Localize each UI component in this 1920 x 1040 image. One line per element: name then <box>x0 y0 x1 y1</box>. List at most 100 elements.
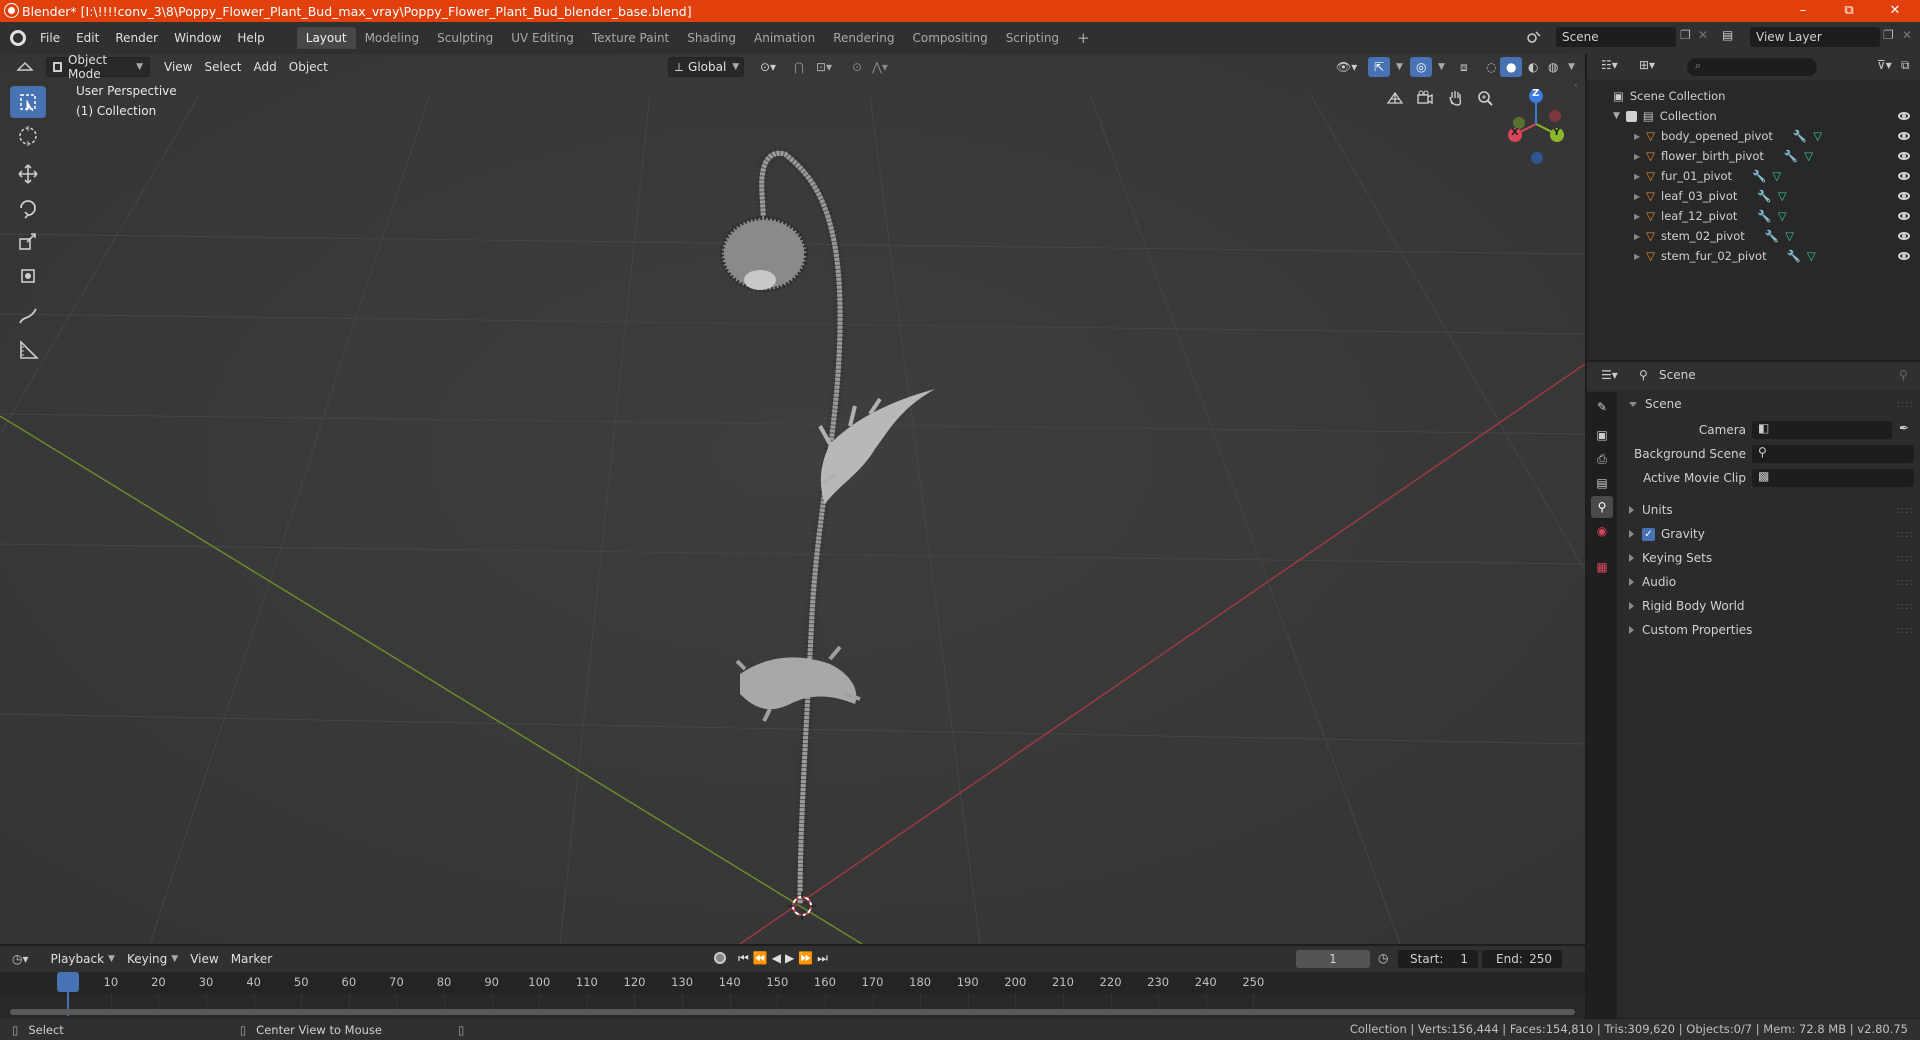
timeline-editor-type-icon[interactable]: ◷▾ <box>12 952 29 966</box>
add-workspace-button[interactable]: + <box>1068 25 1099 51</box>
gizmo-dropdown-icon[interactable]: ▼ <box>1390 57 1409 77</box>
cursor-tool[interactable] <box>10 120 46 152</box>
outliner-row-object[interactable]: ▶ ▽ stem_fur_02_pivot 🔧 ▽ <box>1587 246 1920 266</box>
zoom-view-icon[interactable] <box>1471 84 1499 112</box>
menu-keying[interactable]: Keying ▼ <box>121 949 184 969</box>
gizmo-toggle-icon[interactable]: ⇱ <box>1368 57 1391 77</box>
pin-icon[interactable]: ⚲ <box>1899 368 1908 382</box>
gravity-panel-header[interactable]: ✓ Gravity :::: <box>1617 522 1920 546</box>
expand-arrow-icon[interactable]: ▶ <box>1634 232 1640 241</box>
mesh-data-icon[interactable]: ▽ <box>1785 229 1794 243</box>
close-button[interactable]: ✕ <box>1872 0 1918 22</box>
modifier-icon[interactable]: 🔧 <box>1787 249 1801 263</box>
view-layer-field[interactable]: View Layer <box>1750 27 1880 47</box>
minimize-button[interactable]: – <box>1780 0 1826 22</box>
eye-icon[interactable] <box>1898 132 1910 140</box>
modifier-icon[interactable]: 🔧 <box>1793 129 1807 143</box>
mesh-data-icon[interactable]: ▽ <box>1807 249 1816 263</box>
new-collection-icon[interactable]: ⧉ <box>1901 58 1910 73</box>
tab-texture-paint[interactable]: Texture Paint <box>583 27 678 49</box>
eye-icon[interactable] <box>1898 192 1910 200</box>
mesh-data-icon[interactable]: ▽ <box>1804 149 1813 163</box>
start-frame-field[interactable]: Start: 1 <box>1398 950 1478 968</box>
expand-arrow-icon[interactable]: ▶ <box>1634 132 1640 141</box>
proportional-edit-icon[interactable]: ⊙ <box>846 57 868 77</box>
world-tab-icon[interactable]: ◉ <box>1591 520 1613 542</box>
properties-editor-type-icon[interactable]: ☰▾ <box>1601 368 1618 382</box>
eye-icon[interactable] <box>1898 232 1910 240</box>
expand-arrow-icon[interactable]: ▶ <box>1634 152 1640 161</box>
viewport-canvas[interactable] <box>0 54 1585 944</box>
modifier-icon[interactable]: 🔧 <box>1765 229 1779 243</box>
mode-select[interactable]: Object Mode ▼ <box>46 54 150 81</box>
eye-icon[interactable] <box>1898 172 1910 180</box>
falloff-icon[interactable]: ⋀▾ <box>866 57 894 77</box>
3d-viewport[interactable]: Object Mode ▼ View Select Add Object ⟂ G… <box>0 54 1585 944</box>
display-mode-icon[interactable]: ⊞▾ <box>1639 58 1655 72</box>
playback-controls[interactable]: ⏮⏪◀▶⏩⏭ <box>738 951 832 966</box>
view-layer-tab-icon[interactable]: ▤ <box>1591 472 1613 494</box>
outliner-row-object[interactable]: ▶ ▽ stem_02_pivot 🔧 ▽ <box>1587 226 1920 246</box>
mesh-data-icon[interactable]: ▽ <box>1778 189 1787 203</box>
eyedropper-icon[interactable]: ✒ <box>1899 421 1909 435</box>
filter-icon[interactable]: ⊽▾ <box>1877 58 1892 72</box>
modifier-icon[interactable]: 🔧 <box>1752 169 1766 183</box>
pivot-point-icon[interactable]: ⊙▾ <box>754 57 782 77</box>
tab-uv-editing[interactable]: UV Editing <box>502 27 583 49</box>
camera-field[interactable]: ◧ <box>1752 421 1892 439</box>
new-scene-icon[interactable]: ❐ <box>1680 28 1691 42</box>
expand-arrow-icon[interactable]: ▶ <box>1634 252 1640 261</box>
mesh-data-icon[interactable]: ▽ <box>1772 169 1781 183</box>
overlay-dropdown-icon[interactable]: ▼ <box>1432 57 1451 77</box>
eye-icon[interactable] <box>1898 112 1910 120</box>
outliner-row-object[interactable]: ▶ ▽ flower_birth_pivot 🔧 ▽ <box>1587 146 1920 166</box>
editor-type-icon[interactable] <box>10 57 40 77</box>
menu-timeline-view[interactable]: View <box>184 949 224 969</box>
menu-edit[interactable]: Edit <box>68 31 107 45</box>
rigid-body-world-panel-header[interactable]: Rigid Body World :::: <box>1617 594 1920 618</box>
new-view-layer-icon[interactable]: ❐ <box>1883 28 1894 42</box>
snap-icon[interactable]: ⋂ <box>788 57 810 77</box>
outliner-row-object[interactable]: ▶ ▽ body_opened_pivot 🔧 ▽ <box>1587 126 1920 146</box>
menu-view[interactable]: View <box>158 57 198 77</box>
playhead[interactable] <box>57 972 79 992</box>
tab-sculpting[interactable]: Sculpting <box>428 27 502 49</box>
active-movie-clip-field[interactable]: ▩ <box>1752 469 1914 487</box>
menu-add[interactable]: Add <box>248 57 283 77</box>
background-scene-field[interactable]: ⚲ <box>1752 445 1914 463</box>
texture-tab-icon[interactable]: ▦ <box>1591 556 1613 578</box>
menu-object[interactable]: Object <box>283 57 334 77</box>
restore-button[interactable]: ⧉ <box>1826 0 1872 22</box>
menu-render[interactable]: Render <box>107 31 166 45</box>
scene-field[interactable]: Scene <box>1556 27 1676 47</box>
outliner-row-object[interactable]: ▶ ▽ fur_01_pivot 🔧 ▽ <box>1587 166 1920 186</box>
rotate-tool[interactable] <box>10 192 46 224</box>
scene-browse-icon[interactable] <box>1525 28 1543 46</box>
modifier-icon[interactable]: 🔧 <box>1757 209 1771 223</box>
menu-window[interactable]: Window <box>166 31 229 45</box>
remove-scene-icon[interactable]: ✕ <box>1698 28 1708 42</box>
outliner-row-scene-collection[interactable]: ▣ Scene Collection <box>1587 86 1920 106</box>
record-button[interactable] <box>714 952 726 964</box>
sidebar-toggle-icon[interactable]: ‹ <box>1574 80 1578 91</box>
overlay-toggle-icon[interactable]: ◎ <box>1410 57 1433 77</box>
eye-icon[interactable] <box>1898 212 1910 220</box>
eye-icon[interactable] <box>1898 152 1910 160</box>
blender-menu-icon[interactable] <box>10 30 26 46</box>
expand-arrow-icon[interactable]: ▼ <box>1613 111 1620 121</box>
remove-view-layer-icon[interactable]: ✕ <box>1902 28 1912 42</box>
exclude-checkbox[interactable] <box>1625 110 1637 122</box>
outliner-row-collection[interactable]: ▼ ▤ Collection <box>1587 106 1920 126</box>
clock-icon[interactable]: ◷ <box>1378 951 1388 965</box>
measure-tool[interactable] <box>10 334 46 366</box>
render-tab-icon[interactable]: ▣ <box>1591 424 1613 446</box>
scene-panel-header[interactable]: Scene :::: <box>1617 392 1920 416</box>
xray-icon[interactable]: ⧈ <box>1454 57 1474 77</box>
timeline-scrollbar[interactable] <box>10 1009 1575 1015</box>
camera-view-icon[interactable] <box>1411 84 1439 112</box>
tab-scripting[interactable]: Scripting <box>997 27 1068 49</box>
keying-sets-panel-header[interactable]: Keying Sets :::: <box>1617 546 1920 570</box>
outliner-row-object[interactable]: ▶ ▽ leaf_03_pivot 🔧 ▽ <box>1587 186 1920 206</box>
output-tab-icon[interactable]: ⎙ <box>1591 448 1613 470</box>
mesh-data-icon[interactable]: ▽ <box>1813 129 1822 143</box>
